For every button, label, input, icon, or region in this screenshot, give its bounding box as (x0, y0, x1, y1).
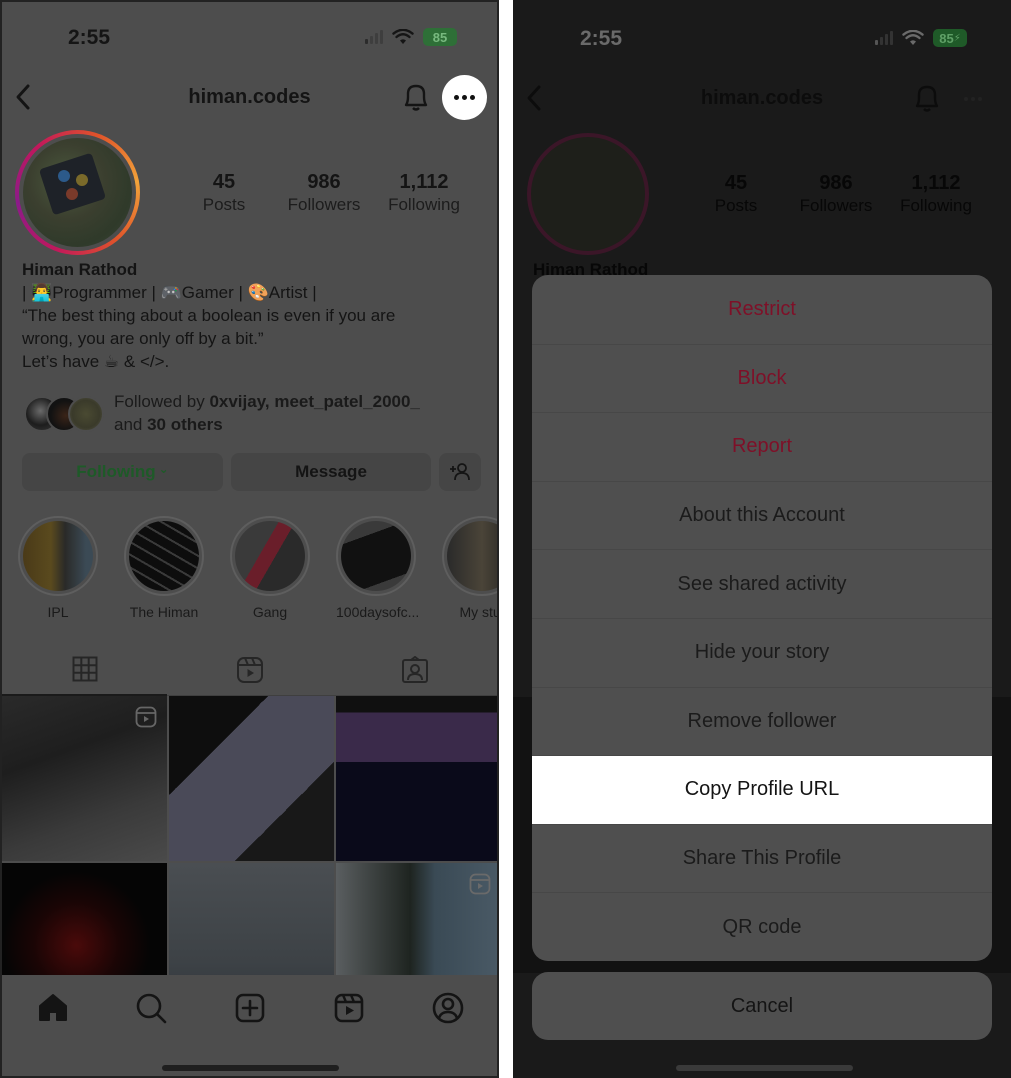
status-time: 2:55 (580, 27, 623, 50)
post-thumbnail[interactable] (2, 696, 167, 861)
about-account-option[interactable]: About this Account (532, 480, 992, 550)
display-name: Himan Rathod (22, 260, 138, 279)
bio-line: Let’s have ☕ & </>. (22, 352, 170, 371)
home-indicator (676, 1065, 853, 1071)
tab-reels[interactable] (331, 990, 367, 1026)
status-bar: 2:55 85 (2, 2, 497, 72)
avatar-image (23, 138, 132, 247)
following-button[interactable]: Following ⌄ (22, 453, 223, 491)
bio-line: “The best thing about a boolean is even … (22, 306, 396, 325)
tab-profile[interactable] (430, 990, 466, 1026)
profile-content-tabs (2, 644, 497, 696)
profile-stats: 45 Posts 986 Followers 1,112 Following (714, 172, 972, 215)
highlight-item[interactable]: Gang (230, 516, 310, 620)
reels-icon (334, 993, 364, 1023)
cellular-signal-icon (365, 30, 383, 44)
wifi-icon (392, 29, 414, 44)
bottom-tab-bar (2, 975, 497, 1076)
highlight-item[interactable]: My stuf (442, 516, 497, 620)
share-profile-option[interactable]: Share This Profile (532, 823, 992, 893)
bio-line: wrong, you are only off by a bit.” (22, 329, 264, 348)
more-options-button[interactable] (964, 97, 982, 101)
tab-tagged[interactable] (332, 644, 497, 696)
battery-icon: 85 ⚡ (933, 29, 967, 47)
create-icon (235, 993, 265, 1023)
more-horizontal-icon (964, 97, 968, 101)
profile-bio: Himan Rathod | 👨‍💻Programmer | 🎮Gamer | … (22, 258, 482, 373)
highlight-cover (129, 521, 199, 591)
profile-stats: 45 Posts 986 Followers 1,112 Following (174, 170, 474, 216)
shared-activity-option[interactable]: See shared activity (532, 549, 992, 618)
reels-icon (236, 656, 263, 683)
qr-code-option[interactable]: QR code (532, 892, 992, 961)
report-option[interactable]: Report (532, 412, 992, 481)
suggested-users-button[interactable] (439, 453, 481, 491)
tab-reels[interactable] (167, 644, 332, 696)
tab-posts-grid[interactable] (2, 644, 167, 696)
mutual-avatars (24, 396, 104, 432)
highlight-item[interactable]: IPL (18, 516, 98, 620)
home-icon (39, 994, 67, 1021)
chevron-down-icon: ⌄ (158, 462, 169, 476)
highlight-cover (235, 521, 305, 591)
notifications-button[interactable] (400, 80, 432, 114)
profile-icon (432, 992, 464, 1024)
profile-header: himan.codes (2, 72, 497, 124)
followed-by[interactable]: Followed by 0xvijay, meet_patel_2000_ an… (22, 390, 482, 436)
highlight-cover (447, 521, 497, 591)
status-bar: 2:55 85 ⚡ (513, 0, 1011, 70)
reels-icon (469, 873, 491, 895)
highlight-cover (23, 521, 93, 591)
block-option[interactable]: Block (532, 343, 992, 413)
stat-followers[interactable]: 986 Followers (274, 170, 374, 216)
action-sheet: Restrict Block Report About this Account… (532, 275, 992, 961)
profile-header: himan.codes (513, 73, 1011, 125)
grid-icon (72, 656, 97, 682)
remove-follower-option[interactable]: Remove follower (532, 686, 992, 756)
profile-avatar (527, 133, 649, 255)
home-indicator (162, 1065, 339, 1071)
more-horizontal-icon (454, 95, 459, 100)
hide-story-option[interactable]: Hide your story (532, 617, 992, 687)
tab-search[interactable] (133, 990, 169, 1026)
cancel-button[interactable]: Cancel (532, 972, 992, 1040)
wifi-icon (902, 30, 924, 45)
message-button[interactable]: Message (231, 453, 431, 491)
tagged-icon (401, 655, 428, 683)
highlight-item[interactable]: 100daysofc... (336, 516, 419, 620)
reels-icon (135, 706, 157, 728)
bell-icon (404, 84, 428, 111)
highlight-cover (341, 521, 411, 591)
profile-avatar[interactable] (15, 130, 140, 255)
more-options-button[interactable] (442, 75, 487, 120)
story-highlights: IPL The Himan Gang 100daysofc... My stuf (18, 516, 497, 620)
highlight-item[interactable]: The Himan (124, 516, 204, 620)
tab-home[interactable] (35, 990, 71, 1026)
restrict-option[interactable]: Restrict (532, 275, 992, 344)
post-thumbnail[interactable] (169, 696, 334, 861)
stat-following[interactable]: 1,112 Following (374, 170, 474, 216)
bell-icon (915, 85, 939, 112)
cellular-signal-icon (875, 31, 893, 45)
avatar (68, 396, 104, 432)
status-time: 2:55 (68, 26, 111, 49)
profile-screen: 2:55 85 himan.codes 45 Posts 986 Followe… (0, 0, 499, 1078)
add-person-icon (450, 463, 470, 481)
copy-profile-url-option[interactable]: Copy Profile URL (532, 755, 992, 824)
stat-posts[interactable]: 45 Posts (174, 170, 274, 216)
profile-actions: Following ⌄ Message (22, 453, 482, 491)
post-thumbnail[interactable] (336, 696, 497, 861)
profile-options-screen: 2:55 85 ⚡ himan.codes 45 Posts 986 Follow… (513, 0, 1011, 1078)
battery-icon: 85 (423, 28, 457, 46)
search-icon (136, 993, 167, 1024)
bio-line: | 👨‍💻Programmer | 🎮Gamer | 🎨Artist | (22, 283, 317, 302)
notifications-button[interactable] (911, 81, 943, 115)
tab-create[interactable] (232, 990, 268, 1026)
